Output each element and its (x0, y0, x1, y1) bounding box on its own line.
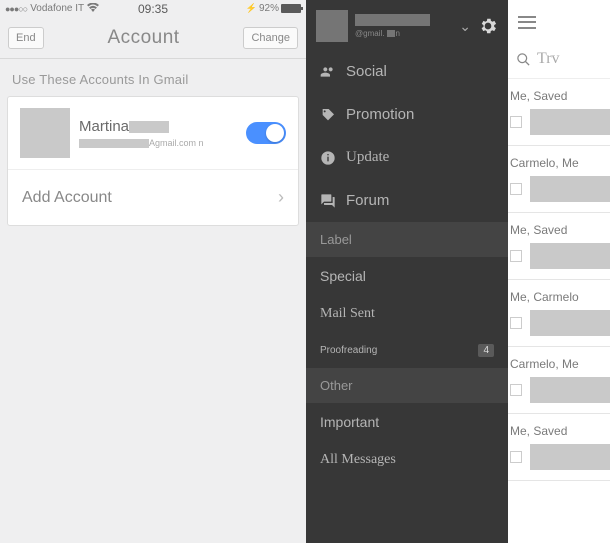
mail-preview (530, 176, 610, 202)
nav-bar: End Account Change (0, 17, 306, 59)
account-name: Martina (79, 118, 237, 135)
mail-preview (530, 310, 610, 336)
gmail-sidebar: @gmail.n ⌄ Social Promotion Update Forum… (306, 0, 508, 543)
user-name-redacted (355, 14, 430, 26)
search-icon (516, 52, 531, 67)
sidebar-section-label: Label (306, 222, 508, 257)
mail-preview (530, 243, 610, 269)
mail-row[interactable]: Me, Carmelo (508, 280, 610, 347)
account-row[interactable]: Martina Agmail.com n (8, 97, 298, 169)
sidebar-section-other: Other (306, 368, 508, 403)
carrier-label: Vodafone IT (30, 3, 84, 14)
gear-icon[interactable] (478, 16, 498, 36)
mail-checkbox[interactable] (510, 183, 522, 195)
bolt-icon: ⚡ (246, 3, 257, 14)
user-email: @gmail.n (355, 29, 452, 38)
mail-sender: Carmelo, Me (510, 357, 610, 371)
sidebar-item-mail-sent[interactable]: Mail Sent (306, 295, 508, 333)
search-bar[interactable]: Trv (508, 44, 610, 79)
add-account-row[interactable]: Add Account › (8, 169, 298, 225)
section-header: Use These Accounts In Gmail (0, 59, 306, 96)
add-account-label: Add Account (22, 189, 112, 207)
info-icon (320, 150, 336, 166)
forum-icon (320, 193, 336, 209)
mail-row[interactable]: Me, Saved (508, 414, 610, 481)
sidebar-label: Update (346, 149, 389, 166)
sidebar-item-social[interactable]: Social (306, 50, 508, 93)
count-badge: 4 (478, 344, 494, 357)
sidebar-header[interactable]: @gmail.n ⌄ (306, 0, 508, 50)
tag-icon (320, 107, 336, 123)
sidebar-item-important[interactable]: Important (306, 403, 508, 441)
sidebar-label: Promotion (346, 106, 414, 123)
sidebar-item-all-messages[interactable]: All Messages (306, 441, 508, 479)
account-email: Agmail.com n (79, 138, 237, 148)
chevron-down-icon[interactable]: ⌄ (459, 18, 471, 35)
sidebar-label: Social (346, 63, 387, 80)
avatar (316, 10, 348, 42)
mail-checkbox[interactable] (510, 250, 522, 262)
sidebar-label: Forum (346, 192, 389, 209)
mail-sender: Me, Carmelo (510, 290, 610, 304)
mail-row[interactable]: Carmelo, Me (508, 347, 610, 414)
sidebar-label: Proofreading (320, 345, 377, 356)
mail-preview (530, 377, 610, 403)
sidebar-item-promotion[interactable]: Promotion (306, 93, 508, 136)
account-toggle[interactable] (246, 122, 286, 144)
mail-sender: Me, Saved (510, 223, 610, 237)
wifi-icon (87, 3, 99, 15)
avatar (20, 108, 70, 158)
page-title: Account (107, 27, 179, 49)
mail-toolbar (508, 0, 610, 44)
status-bar: ●●●○○ Vodafone IT 09:35 ⚡ 92% (0, 0, 306, 17)
people-icon (320, 64, 336, 80)
account-card: Martina Agmail.com n Add Account › (7, 96, 299, 226)
mail-sender: Me, Saved (510, 424, 610, 438)
sidebar-item-forum[interactable]: Forum (306, 179, 508, 222)
change-button[interactable]: Change (243, 27, 298, 49)
mail-sender: Carmelo, Me (510, 156, 610, 170)
menu-icon[interactable] (518, 16, 536, 29)
search-placeholder: Trv (537, 50, 560, 68)
mail-sender: Me, Saved (510, 89, 610, 103)
mail-row[interactable]: Me, Saved (508, 79, 610, 146)
mail-checkbox[interactable] (510, 451, 522, 463)
mail-row[interactable]: Me, Saved (508, 213, 610, 280)
end-button[interactable]: End (8, 27, 44, 49)
mail-preview (530, 444, 610, 470)
battery-percent: 92% (259, 3, 279, 14)
mail-checkbox[interactable] (510, 317, 522, 329)
signal-icon: ●●●○○ (5, 4, 27, 14)
sidebar-item-proofreading[interactable]: Proofreading 4 (306, 333, 508, 368)
mail-checkbox[interactable] (510, 116, 522, 128)
status-time: 09:35 (138, 2, 168, 16)
sidebar-item-update[interactable]: Update (306, 136, 508, 179)
sidebar-item-special[interactable]: Special (306, 257, 508, 295)
ios-account-panel: ●●●○○ Vodafone IT 09:35 ⚡ 92% End Accoun… (0, 0, 306, 543)
mail-row[interactable]: Carmelo, Me (508, 146, 610, 213)
mail-preview (530, 109, 610, 135)
mail-checkbox[interactable] (510, 384, 522, 396)
battery-icon (281, 4, 301, 13)
chevron-right-icon: › (278, 187, 284, 208)
mail-list-panel: Trv Me, Saved Carmelo, Me Me, Saved Me, … (508, 0, 610, 543)
